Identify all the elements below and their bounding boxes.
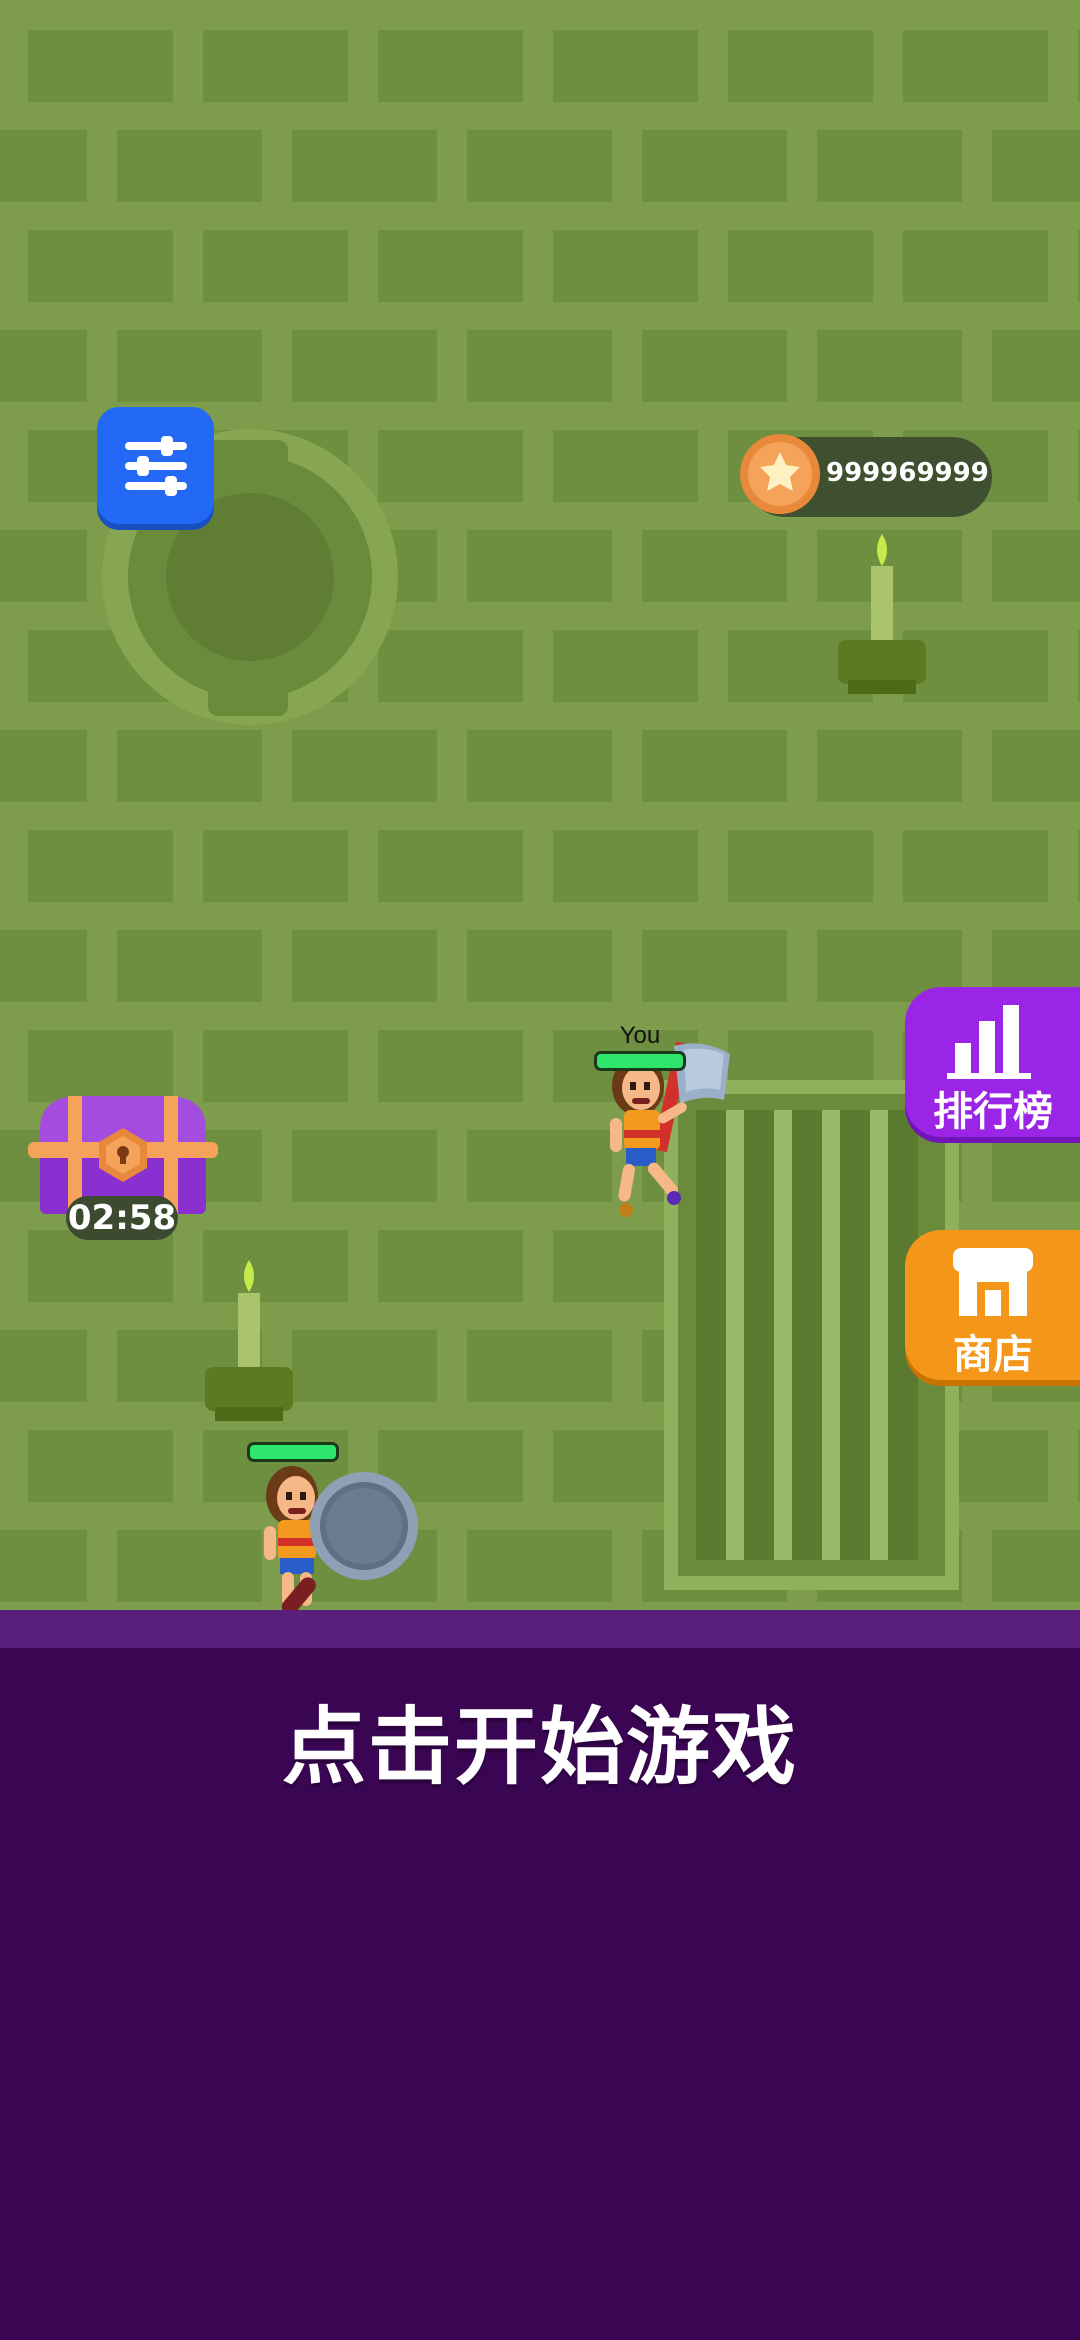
tap-to-start-prompt[interactable]: 点击开始游戏	[0, 1680, 1080, 1801]
leaderboard-label: 排行榜	[933, 1089, 1053, 1135]
coin-count: 999969999	[826, 458, 989, 488]
storefront-icon	[953, 1248, 1033, 1316]
shop-button[interactable]: 商店	[905, 1230, 1080, 1380]
star-coin-icon	[740, 434, 820, 514]
shop-label: 商店	[953, 1332, 1033, 1378]
settings-button[interactable]	[97, 407, 214, 524]
enemy-character	[264, 1466, 418, 1610]
floor-edge	[0, 1610, 1080, 1648]
enemy-health-bar	[247, 1442, 339, 1462]
player-name-label: You	[619, 1022, 661, 1049]
leaderboard-button[interactable]: 排行榜	[905, 987, 1080, 1137]
player-health-bar	[594, 1051, 686, 1071]
sliders-icon	[124, 435, 187, 496]
chest-timer: 02:58	[66, 1196, 178, 1240]
bar-chart-icon	[947, 1005, 1031, 1079]
